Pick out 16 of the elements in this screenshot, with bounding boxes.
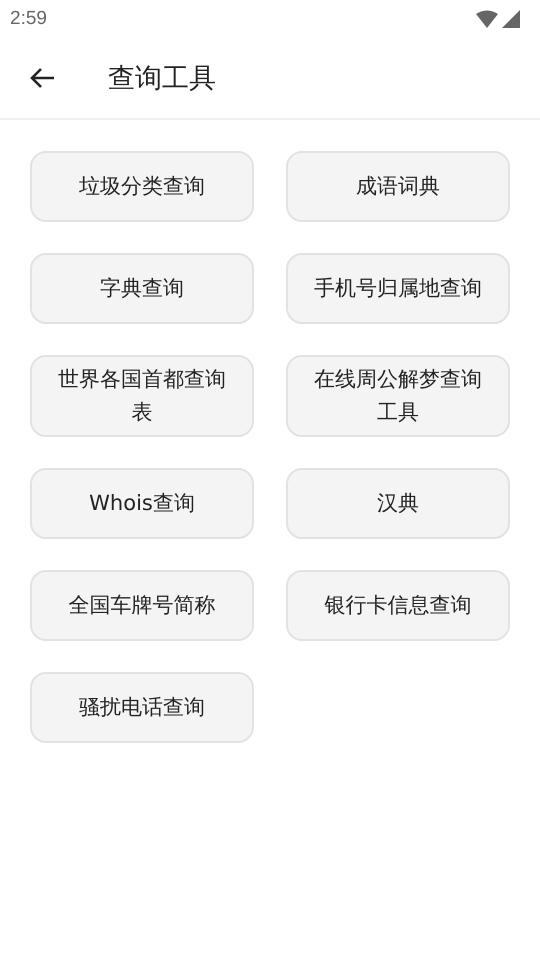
tool-button[interactable]: 汉典 [286,468,510,539]
tool-button[interactable]: Whois查询 [30,468,254,539]
tool-button[interactable]: 全国车牌号简称 [30,570,254,641]
tool-button[interactable]: 成语词典 [286,151,510,222]
back-icon[interactable] [29,67,55,89]
page-title: 查询工具 [108,62,216,96]
status-time: 2:59 [10,8,47,30]
tool-button[interactable]: 垃圾分类查询 [30,151,254,222]
signal-icon [502,10,520,28]
tool-button[interactable]: 银行卡信息查询 [286,570,510,641]
tool-button[interactable]: 在线周公解梦查询工具 [286,355,510,437]
tool-button[interactable]: 世界各国首都查询表 [30,355,254,437]
wifi-icon [476,10,498,28]
tool-button[interactable]: 手机号归属地查询 [286,253,510,324]
tool-button[interactable]: 字典查询 [30,253,254,324]
tool-button[interactable]: 骚扰电话查询 [30,672,254,743]
